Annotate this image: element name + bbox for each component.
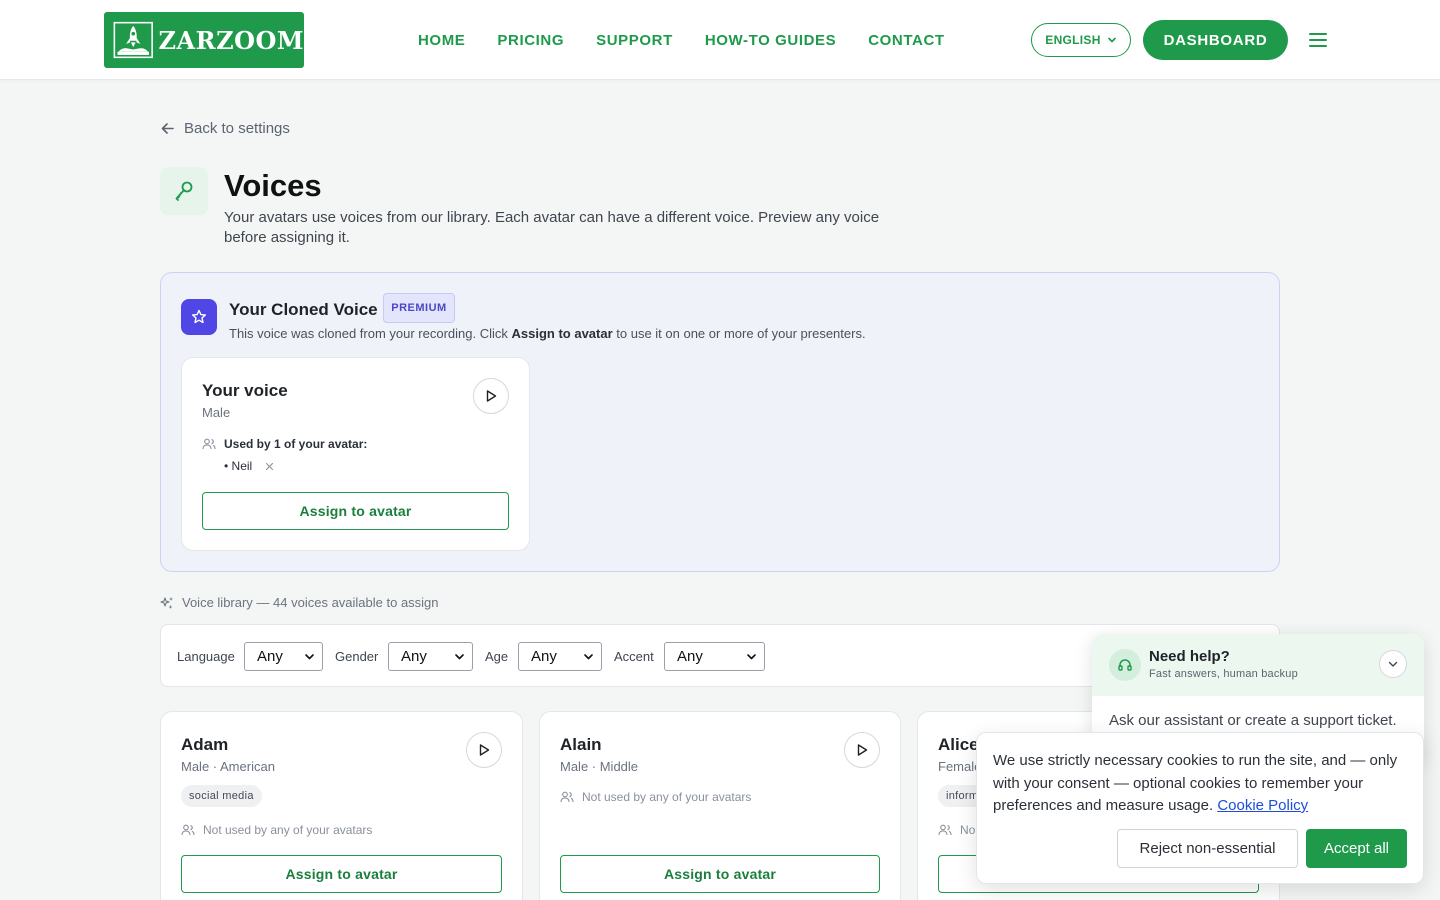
usage-info: No — [938, 823, 975, 837]
dashboard-button[interactable]: DASHBOARD — [1143, 20, 1288, 60]
filter-gender-label: Gender — [335, 649, 379, 664]
star-icon — [181, 299, 217, 335]
voice-meta: Male — [202, 405, 231, 420]
play-preview-button[interactable] — [466, 732, 502, 768]
hamburger-icon[interactable] — [1306, 30, 1330, 50]
voice-meta: Female — [938, 759, 982, 774]
rocket-logo-icon — [113, 21, 153, 59]
filter-value: Any — [531, 648, 557, 665]
chevron-down-icon — [1388, 661, 1398, 667]
voice-card: Adam Male · American social media Not us… — [160, 711, 523, 900]
accept-all-button[interactable]: Accept all — [1306, 829, 1407, 868]
page-title: Voices — [224, 168, 322, 203]
filter-age-label: Age — [485, 649, 509, 664]
filter-value: Any — [257, 648, 283, 665]
nav-how-to-guides[interactable]: HOW-TO GUIDES — [705, 32, 836, 49]
cookie-banner: We use strictly necessary cookies to run… — [976, 732, 1424, 884]
page-subtitle: Your avatars use voices from our library… — [224, 209, 880, 246]
cloned-voice-card: Your voice Male Used by 1 of your avatar… — [181, 357, 530, 551]
filter-gender-select[interactable]: Any — [388, 642, 473, 671]
chevron-down-icon — [584, 654, 593, 660]
usage-info: Not used by any of your avatars — [181, 823, 372, 837]
cookie-message: We use strictly necessary cookies to run… — [993, 752, 1398, 814]
play-icon — [479, 744, 490, 756]
cookie-text: We use strictly necessary cookies to run… — [993, 750, 1413, 818]
microphone-icon — [160, 167, 208, 215]
help-subtitle: Fast answers, human backup — [1149, 668, 1298, 680]
filter-value: Any — [401, 648, 427, 665]
voice-library-heading: Voice library — 44 voices available to a… — [160, 595, 439, 610]
headset-icon — [1109, 649, 1141, 681]
voice-name: Alice — [938, 735, 979, 754]
voice-name: Alain — [560, 735, 602, 754]
usage-label: No — [960, 823, 976, 837]
avatar-list-item: • Neil — [224, 459, 274, 473]
chevron-down-icon — [1107, 37, 1116, 43]
language-select[interactable]: ENGLISH — [1031, 23, 1131, 57]
cloned-voice-title: Your Cloned Voice — [229, 300, 378, 319]
logo[interactable]: ZARZOOM — [104, 12, 304, 68]
desc-text-end: to use it on one or more of your present… — [612, 326, 866, 341]
play-icon — [486, 390, 497, 402]
voice-name: Your voice — [202, 381, 288, 400]
users-icon — [938, 824, 952, 836]
used-by-label: Used by 1 of your avatar: — [224, 437, 368, 451]
nav-support[interactable]: SUPPORT — [596, 32, 673, 49]
close-icon[interactable] — [265, 462, 274, 471]
desc-text: This voice was cloned from your recordin… — [229, 326, 512, 341]
collapse-help-button[interactable] — [1379, 650, 1407, 678]
filter-language-select[interactable]: Any — [244, 642, 323, 671]
back-to-settings-link[interactable]: Back to settings — [160, 120, 290, 137]
chevron-down-icon — [747, 654, 756, 660]
help-widget-header — [1092, 634, 1424, 696]
arrow-left-icon — [161, 123, 174, 134]
users-icon — [202, 438, 216, 450]
usage-label: Not used by any of your avatars — [203, 823, 373, 837]
help-title: Need help? — [1149, 648, 1230, 665]
help-body-text: Ask our assistant or create a support ti… — [1109, 712, 1397, 729]
nav-contact[interactable]: CONTACT — [868, 32, 944, 49]
users-icon — [181, 824, 195, 836]
usage-info: Used by 1 of your avatar: — [202, 437, 367, 451]
chevron-down-icon — [305, 654, 314, 660]
filter-language-label: Language — [177, 649, 235, 664]
play-icon — [857, 744, 868, 756]
site-header: ZARZOOM HOME PRICING SUPPORT HOW-TO GUID… — [0, 0, 1440, 80]
voice-meta: Male · Middle — [560, 759, 639, 774]
main-nav: HOME PRICING SUPPORT HOW-TO GUIDES CONTA… — [418, 0, 945, 80]
filter-accent-label: Accent — [614, 649, 654, 664]
assign-to-avatar-button[interactable]: Assign to avatar — [202, 492, 509, 530]
cookie-policy-link[interactable]: Cookie Policy — [1217, 797, 1308, 814]
back-link-label: Back to settings — [184, 120, 290, 137]
avatar-name: • Neil — [224, 459, 253, 473]
sparkles-icon — [160, 596, 173, 609]
voice-name: Adam — [181, 735, 229, 754]
language-label: ENGLISH — [1045, 33, 1101, 47]
filter-value: Any — [677, 648, 703, 665]
assign-to-avatar-button[interactable]: Assign to avatar — [181, 855, 502, 893]
play-preview-button[interactable] — [473, 378, 509, 414]
voice-card: Alain Male · Middle Not used by any of y… — [539, 711, 901, 900]
assign-to-avatar-button[interactable]: Assign to avatar — [560, 855, 880, 893]
voice-tag: social media — [181, 785, 262, 807]
play-preview-button[interactable] — [844, 732, 880, 768]
premium-badge: PREMIUM — [383, 293, 455, 323]
reject-non-essential-button[interactable]: Reject non-essential — [1117, 829, 1298, 868]
nav-pricing[interactable]: PRICING — [497, 32, 564, 49]
desc-bold: Assign to avatar — [511, 326, 613, 341]
usage-info: Not used by any of your avatars — [560, 790, 751, 804]
cloned-voice-description: This voice was cloned from your recordin… — [229, 326, 866, 341]
voice-meta: Male · American — [181, 759, 275, 774]
filter-accent-select[interactable]: Any — [664, 642, 765, 671]
logo-text: ZARZOOM — [158, 25, 304, 55]
usage-label: Not used by any of your avatars — [582, 790, 752, 804]
filter-age-select[interactable]: Any — [518, 642, 602, 671]
nav-home[interactable]: HOME — [418, 32, 465, 49]
voice-library-label: Voice library — 44 voices available to a… — [182, 595, 439, 610]
cloned-voice-section: Your Cloned Voice PREMIUM This voice was… — [160, 272, 1280, 572]
chevron-down-icon — [455, 654, 464, 660]
users-icon — [560, 791, 574, 803]
